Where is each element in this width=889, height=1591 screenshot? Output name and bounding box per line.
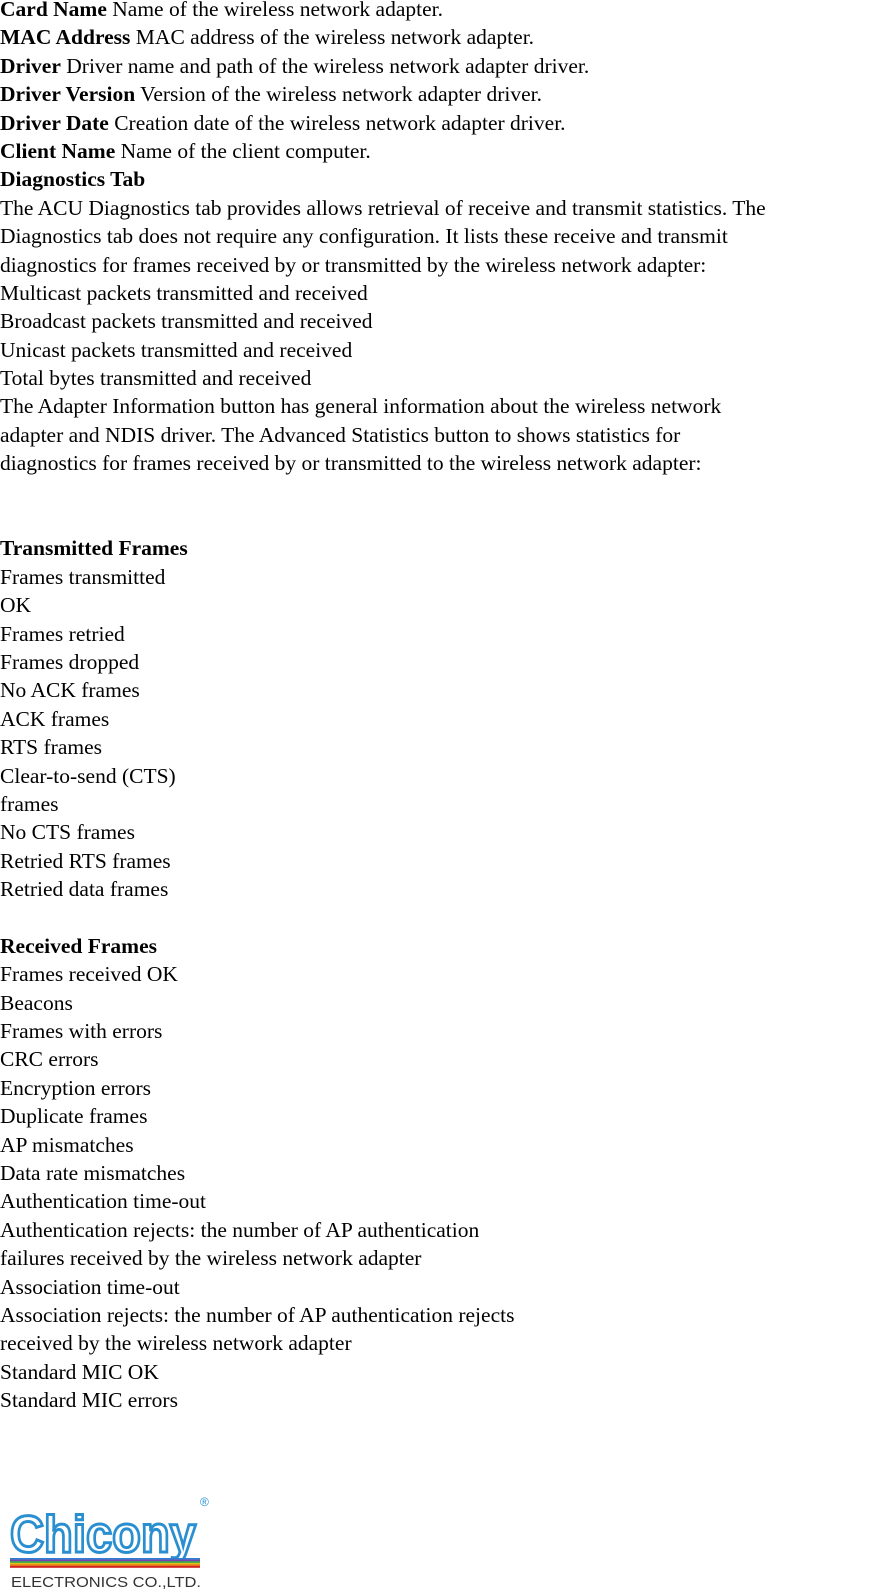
definition-term: Client Name	[0, 138, 116, 163]
list-item: ACK frames	[0, 706, 110, 731]
received-frames-section: Received Frames Frames received OK Beaco…	[0, 932, 889, 1415]
list-item: Retried RTS frames	[0, 848, 171, 873]
list-item: Frames transmitted	[0, 564, 166, 589]
definition-driver: Driver Driver name and path of the wirel…	[0, 52, 889, 80]
stripe-band	[10, 1562, 200, 1565]
definition-term: Card Name	[0, 0, 107, 21]
list-item: Standard MIC OK	[0, 1359, 159, 1384]
list-item: Total bytes transmitted and received	[0, 366, 312, 391]
list-item: Beacons	[0, 990, 73, 1015]
registered-mark: ®	[200, 1495, 209, 1509]
definition-term: Driver	[0, 53, 61, 78]
definition-list: Card Name Name of the wireless network a…	[0, 0, 889, 165]
stripe-band	[10, 1559, 200, 1562]
list-item: Frames received OK	[0, 962, 178, 987]
definition-desc: Driver name and path of the wireless net…	[66, 53, 590, 78]
section-heading: Diagnostics Tab	[0, 165, 889, 193]
list-item: frames	[0, 791, 59, 816]
list-item: Association time-out	[0, 1274, 180, 1299]
definition-desc: Name of the wireless network adapter.	[112, 0, 444, 21]
list-item: Broadcast packets transmitted and receiv…	[0, 309, 373, 334]
list-item: Authentication time-out	[0, 1189, 206, 1214]
stripe-band	[10, 1564, 200, 1567]
diagnostics-heading: Diagnostics Tab	[0, 167, 146, 192]
definition-card-name: Card Name Name of the wireless network a…	[0, 0, 889, 23]
definition-term: Driver Version	[0, 82, 136, 107]
list-item: No CTS frames	[0, 820, 135, 845]
transmitted-frames-section: Transmitted Frames Frames transmitted OK…	[0, 534, 889, 903]
definition-term: Driver Date	[0, 110, 109, 135]
definition-client-name: Client Name Name of the client computer.	[0, 137, 889, 165]
definition-mac-address: MAC Address MAC address of the wireless …	[0, 23, 889, 51]
received-heading: Received Frames	[0, 933, 157, 958]
list-item: AP mismatches	[0, 1132, 134, 1157]
definition-desc: Name of the client computer.	[120, 138, 371, 163]
list-item: Frames retried	[0, 621, 125, 646]
chicony-logo: Chicony ® ELECTRONICS CO.,LTD.	[10, 1494, 215, 1590]
list-item: Frames dropped	[0, 650, 140, 674]
list-item: CRC errors	[0, 1047, 99, 1072]
list-item: Standard MIC errors	[0, 1388, 178, 1413]
logo-subtitle: ELECTRONICS CO.,LTD.	[11, 1574, 201, 1590]
paragraph-line: diagnostics for frames received by or tr…	[0, 451, 702, 476]
transmitted-heading: Transmitted Frames	[0, 536, 188, 561]
list-item: Frames with errors	[0, 1019, 163, 1044]
definition-desc: MAC address of the wireless network adap…	[135, 25, 535, 50]
list-item: Clear-to-send (CTS)	[0, 763, 176, 788]
stripe-band	[10, 1566, 200, 1568]
document-page: Card Name Name of the wireless network a…	[0, 0, 889, 1415]
definition-driver-version: Driver Version Version of the wireless n…	[0, 80, 889, 108]
list-item: Data rate mismatches	[0, 1161, 186, 1186]
definition-desc: Creation date of the wireless network ad…	[114, 110, 566, 135]
paragraph-line: The ACU Diagnostics tab provides allows …	[0, 195, 766, 220]
stripe-band	[10, 1561, 200, 1563]
list-item: failures received by the wireless networ…	[0, 1246, 422, 1271]
section-heading: Transmitted Frames	[0, 534, 889, 562]
list-item: No ACK frames	[0, 678, 140, 703]
logo-graphic: Chicony ® ELECTRONICS CO.,LTD.	[10, 1495, 209, 1590]
definition-term: MAC Address	[0, 25, 131, 50]
list-item: received by the wireless network adapter	[0, 1331, 352, 1356]
list-item: Encryption errors	[0, 1075, 152, 1100]
definition-driver-date: Driver Date Creation date of the wireles…	[0, 109, 889, 137]
stripe-band	[10, 1558, 200, 1560]
paragraph-line: The Adapter Information button has gener…	[0, 394, 722, 419]
list-item: Association rejects: the number of AP au…	[0, 1302, 515, 1327]
diagnostics-section: Diagnostics Tab The ACU Diagnostics tab …	[0, 165, 889, 477]
definition-desc: Version of the wireless network adapter …	[140, 82, 542, 107]
list-item: OK	[0, 593, 32, 618]
list-item: Unicast packets transmitted and received	[0, 337, 353, 362]
list-item: Authentication rejects: the number of AP…	[0, 1217, 480, 1242]
logo-brand-text: Chicony	[10, 1506, 196, 1564]
paragraph-line: adapter and NDIS driver. The Advanced St…	[0, 422, 681, 447]
list-item: Multicast packets transmitted and receiv…	[0, 280, 368, 305]
list-item: Duplicate frames	[0, 1104, 148, 1129]
list-item: RTS frames	[0, 735, 103, 760]
section-heading: Received Frames	[0, 932, 889, 960]
paragraph-line: Diagnostics tab does not require any con…	[0, 224, 728, 249]
rainbow-stripe	[10, 1558, 200, 1568]
paragraph-line: diagnostics for frames received by or tr…	[0, 252, 707, 277]
list-item: Retried data frames	[0, 877, 169, 902]
